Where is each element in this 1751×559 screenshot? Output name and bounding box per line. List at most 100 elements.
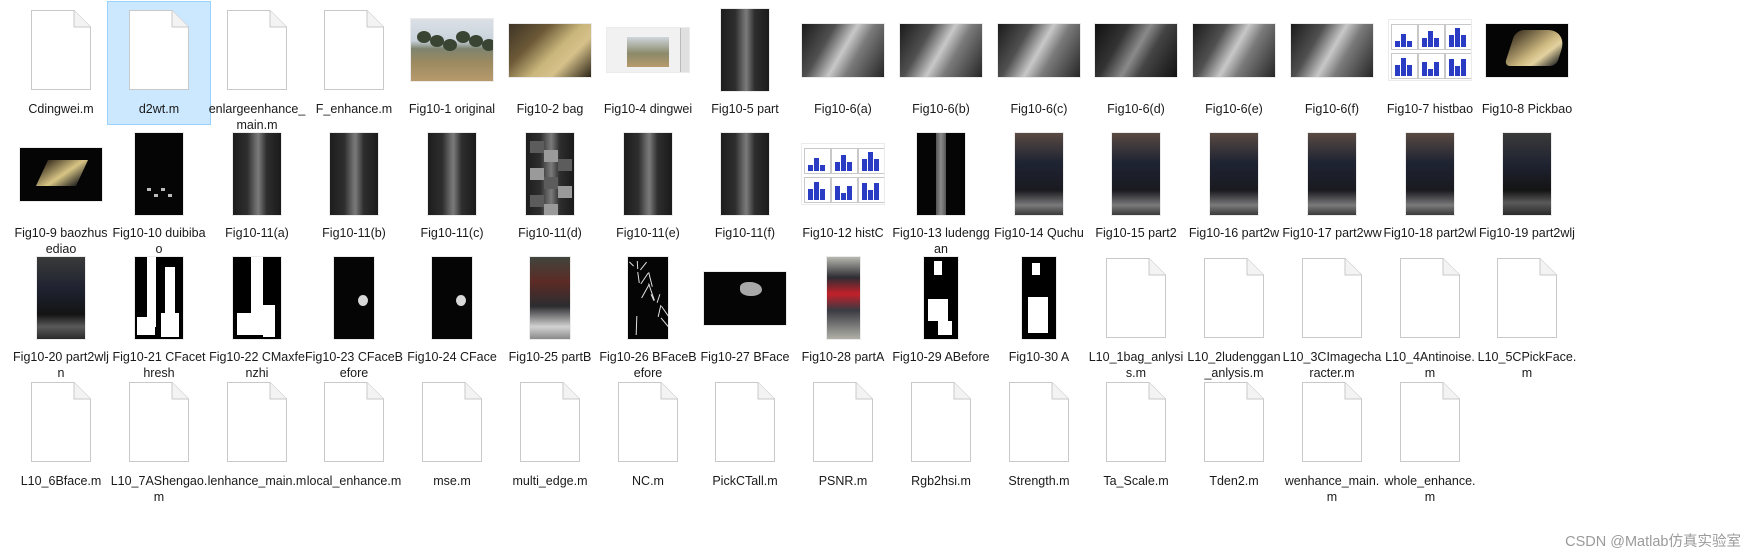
- file-item-mscript[interactable]: local_enhance.m: [302, 373, 406, 497]
- file-item-image[interactable]: Fig10-11(d): [498, 125, 602, 249]
- file-item-mscript[interactable]: Rgb2hsi.m: [889, 373, 993, 497]
- file-item-image[interactable]: Fig10-14 Quchu: [987, 125, 1091, 249]
- file-thumbnail: [694, 128, 796, 220]
- file-item-image[interactable]: Fig10-11(e): [596, 125, 700, 249]
- document-icon: [812, 381, 874, 463]
- file-thumbnail: [206, 4, 308, 96]
- file-item-image[interactable]: Fig10-2 bag: [498, 1, 602, 125]
- file-thumbnail: [206, 252, 308, 344]
- file-item-image[interactable]: Fig10-11(f): [693, 125, 797, 249]
- file-item-image[interactable]: Fig10-17 part2ww: [1280, 125, 1384, 249]
- binary-thumbnail: [1022, 257, 1056, 339]
- file-item-mscript[interactable]: L10_3CImagecharacter.m: [1280, 249, 1384, 380]
- file-item-image[interactable]: Fig10-30 A: [987, 249, 1091, 373]
- file-item-mscript[interactable]: NC.m: [596, 373, 700, 497]
- file-item-image[interactable]: Fig10-23 CFaceBefore: [302, 249, 406, 380]
- file-thumbnail: [1476, 128, 1578, 220]
- pole-thumbnail: [233, 133, 281, 215]
- file-item-image[interactable]: Fig10-6(c): [987, 1, 1091, 125]
- file-item-image[interactable]: Fig10-6(a): [791, 1, 895, 125]
- person-thumbnail: [826, 257, 860, 339]
- file-item-mscript[interactable]: whole_enhance.m: [1378, 373, 1482, 504]
- document-icon: [1399, 381, 1461, 463]
- file-item-image[interactable]: Fig10-12 histC: [791, 125, 895, 249]
- document-icon: [1496, 257, 1558, 339]
- file-thumbnail: [499, 252, 601, 344]
- file-name-label: Fig10-5 part: [711, 102, 779, 116]
- file-item-image[interactable]: Fig10-29 ABefore: [889, 249, 993, 373]
- file-item-mscript[interactable]: mse.m: [400, 373, 504, 497]
- file-thumbnail: [1379, 376, 1481, 468]
- file-item-image[interactable]: Fig10-7 histbao: [1378, 1, 1482, 125]
- file-item-image[interactable]: Fig10-19 part2wlj: [1475, 125, 1579, 249]
- file-item-image[interactable]: Fig10-16 part2w: [1182, 125, 1286, 249]
- file-item-mscript[interactable]: Tden2.m: [1182, 373, 1286, 497]
- contrast-thumbnail: [135, 133, 183, 215]
- file-item-mscript[interactable]: lenhance_main.m: [205, 373, 309, 497]
- file-name-label: Rgb2hsi.m: [911, 474, 971, 488]
- document-icon: [323, 381, 385, 463]
- file-item-image[interactable]: Fig10-10 duibibao: [107, 125, 211, 256]
- person-thumbnail: [37, 257, 85, 339]
- file-item-mscript[interactable]: L10_2ludenggan_anlysis.m: [1182, 249, 1286, 380]
- max-region-thumbnail: [233, 257, 281, 339]
- file-item-mscript[interactable]: Ta_Scale.m: [1084, 373, 1188, 497]
- file-item-image[interactable]: Fig10-6(e): [1182, 1, 1286, 125]
- document-icon: [1105, 381, 1167, 463]
- file-item-mscript[interactable]: L10_5CPickFace.m: [1475, 249, 1579, 380]
- file-item-image[interactable]: Fig10-1 original: [400, 1, 504, 125]
- file-item-mscript[interactable]: PSNR.m: [791, 373, 895, 497]
- file-item-image[interactable]: Fig10-28 partA: [791, 249, 895, 373]
- file-thumbnail: [890, 252, 992, 344]
- file-item-image[interactable]: Fig10-25 partB: [498, 249, 602, 373]
- file-item-mscript[interactable]: enlargeenhance_main.m: [205, 1, 309, 132]
- file-name-label: d2wt.m: [138, 102, 180, 116]
- document-icon: [1203, 257, 1265, 339]
- file-item-image[interactable]: Fig10-20 part2wljn: [9, 249, 113, 380]
- file-item-image[interactable]: Fig10-9 baozhusediao: [9, 125, 113, 256]
- person-thumbnail: [1406, 133, 1454, 215]
- file-thumbnail: [1281, 376, 1383, 468]
- file-item-image[interactable]: Fig10-11(c): [400, 125, 504, 249]
- file-thumbnail: [10, 376, 112, 468]
- file-item-mscript[interactable]: multi_edge.m: [498, 373, 602, 497]
- file-item-mscript[interactable]: L10_4Antinoise.m: [1378, 249, 1482, 380]
- file-item-image[interactable]: Fig10-11(a): [205, 125, 309, 249]
- file-item-mscript[interactable]: F_enhance.m: [302, 1, 406, 125]
- grayscale-thumbnail: [1095, 23, 1177, 77]
- file-item-mscript[interactable]: L10_6Bface.m: [9, 373, 113, 497]
- file-name-label: Fig10-11(a): [225, 226, 289, 240]
- file-item-mscript[interactable]: Strength.m: [987, 373, 1091, 497]
- file-item-image[interactable]: Fig10-24 CFace: [400, 249, 504, 373]
- bag-thumbnail: [509, 23, 591, 77]
- file-item-image[interactable]: Fig10-15 part2: [1084, 125, 1188, 249]
- document-icon: [1203, 381, 1265, 463]
- file-item-image[interactable]: Fig10-26 BFaceBefore: [596, 249, 700, 380]
- document-icon: [1399, 257, 1461, 339]
- file-item-mscript[interactable]: Cdingwei.m: [9, 1, 113, 125]
- person-thumbnail: [1015, 133, 1063, 215]
- file-thumbnail: [206, 128, 308, 220]
- file-item-image[interactable]: Fig10-4 dingwei: [596, 1, 700, 125]
- watermark: CSDN @Matlab仿真实验室: [1565, 534, 1741, 550]
- file-item-image[interactable]: Fig10-5 part: [693, 1, 797, 125]
- file-item-image[interactable]: Fig10-27 BFace: [693, 249, 797, 373]
- file-item-image[interactable]: Fig10-8 Pickbao: [1475, 1, 1579, 125]
- file-thumbnail: [1183, 252, 1285, 344]
- file-name-label: Fig10-11(b): [322, 226, 386, 240]
- file-item-mscript[interactable]: d2wt.m: [107, 1, 211, 125]
- file-item-image[interactable]: Fig10-6(f): [1280, 1, 1384, 125]
- file-item-image[interactable]: Fig10-6(b): [889, 1, 993, 125]
- file-name-label: Fig10-6(c): [1010, 102, 1068, 116]
- file-item-image[interactable]: Fig10-18 part2wl: [1378, 125, 1482, 249]
- file-item-image[interactable]: Fig10-6(d): [1084, 1, 1188, 125]
- file-item-image[interactable]: Fig10-21 CFacethresh: [107, 249, 211, 380]
- file-item-image[interactable]: Fig10-22 CMaxfenzhi: [205, 249, 309, 380]
- file-item-mscript[interactable]: L10_7AShengao.m: [107, 373, 211, 504]
- file-item-image[interactable]: Fig10-13 ludenggan: [889, 125, 993, 256]
- file-item-mscript[interactable]: L10_1bag_anlysis.m: [1084, 249, 1188, 380]
- file-item-mscript[interactable]: PickCTall.m: [693, 373, 797, 497]
- document-icon: [323, 9, 385, 91]
- file-item-image[interactable]: Fig10-11(b): [302, 125, 406, 249]
- file-item-mscript[interactable]: wenhance_main.m: [1280, 373, 1384, 504]
